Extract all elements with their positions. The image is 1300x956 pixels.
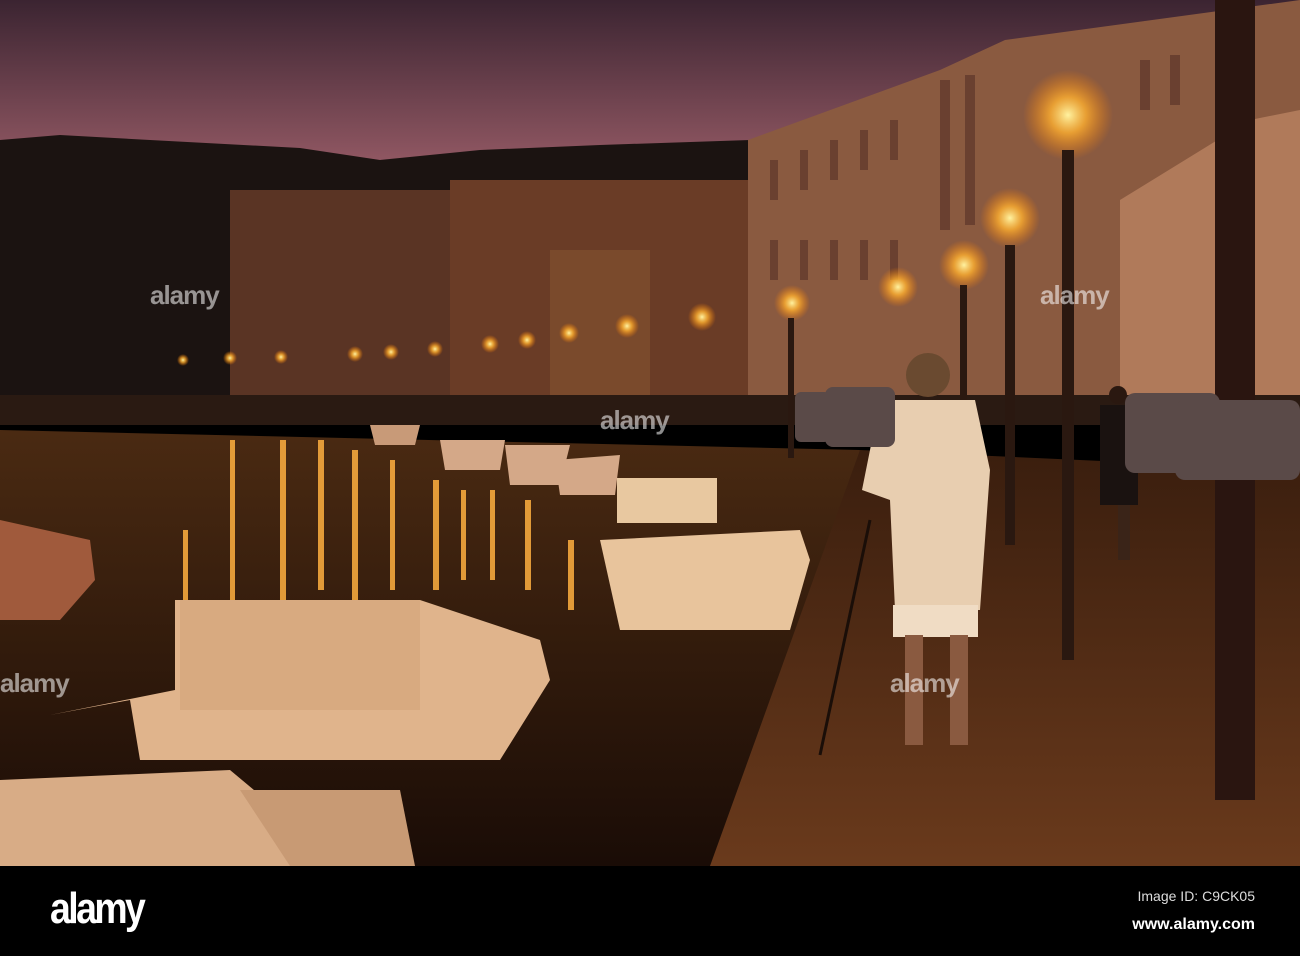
watermark-text: alamy (890, 668, 960, 698)
watermark-text: alamy (0, 668, 70, 698)
alamy-logo[interactable]: alamy (50, 884, 146, 934)
background-buildings (230, 180, 750, 400)
watermark-text: alamy (150, 280, 220, 310)
watermark-text: alamy (600, 405, 670, 435)
watermark-text: alamy (1040, 280, 1110, 310)
image-id: Image ID: C9CK05 (1137, 888, 1256, 904)
site-url[interactable]: www.alamy.com (1132, 916, 1255, 934)
footer-bar: alamy Image ID: C9CK05 www.alamy.com (0, 866, 1300, 956)
